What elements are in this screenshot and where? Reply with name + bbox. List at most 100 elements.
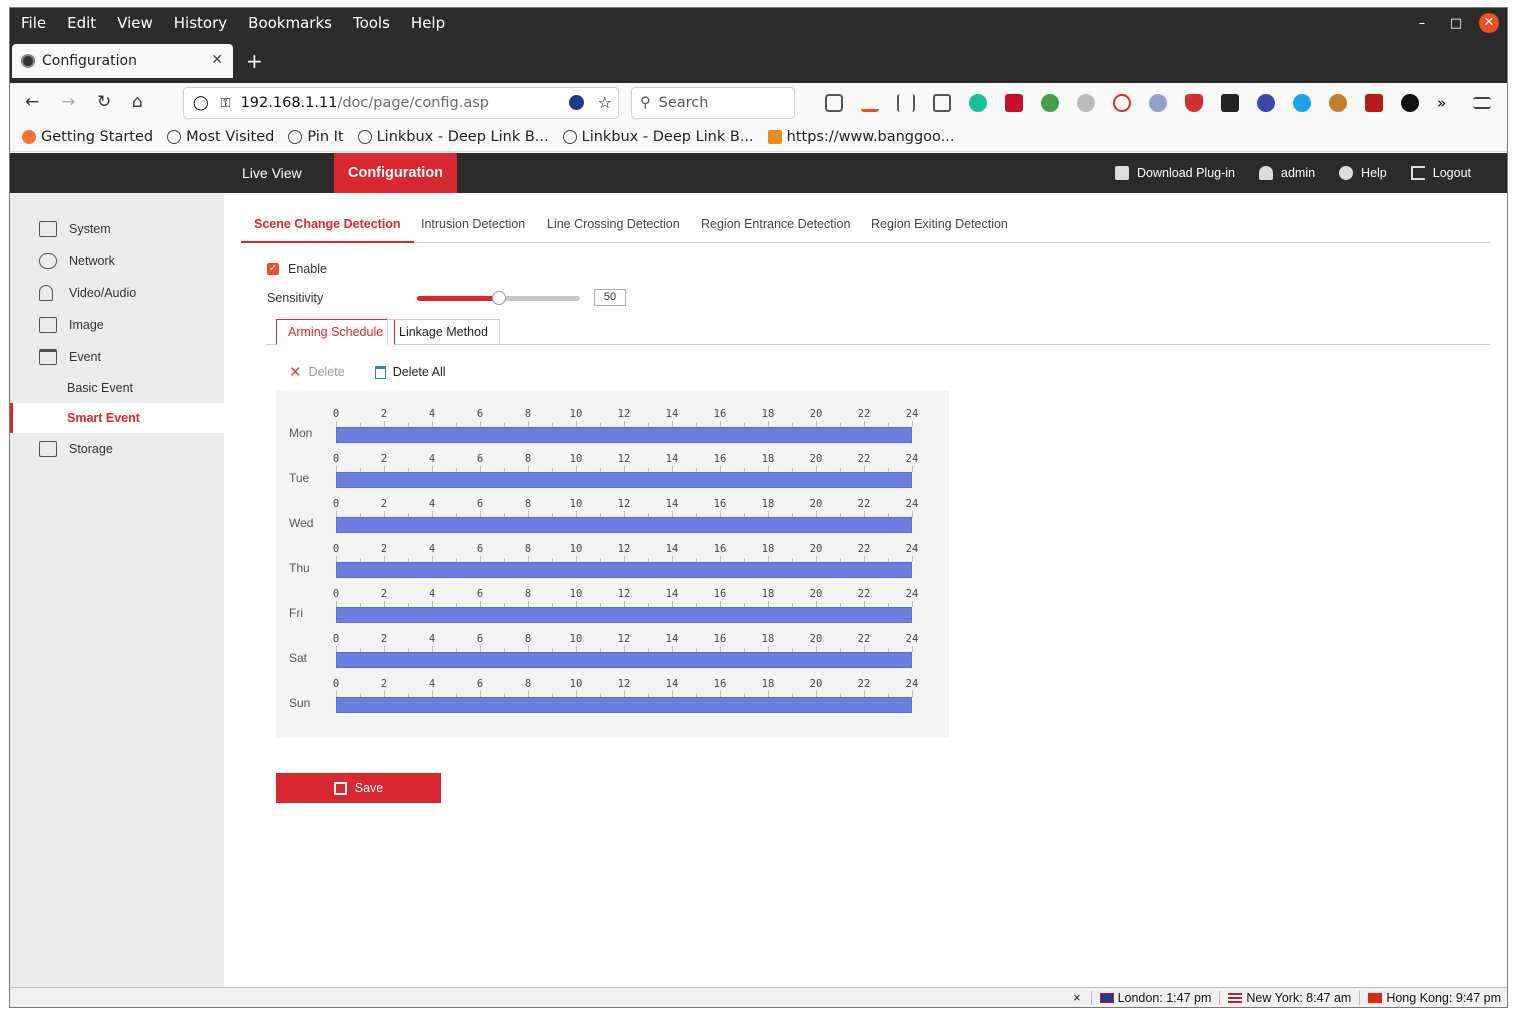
delete-button[interactable]: ✕ Delete <box>289 363 345 381</box>
nav-live-view[interactable]: Live View <box>242 153 302 193</box>
user-menu[interactable]: admin <box>1259 166 1315 180</box>
pen-extension-icon[interactable] <box>1005 94 1023 112</box>
bookmark-banggood[interactable]: https://www.banggoo... <box>767 129 955 145</box>
chat-extension-icon[interactable] <box>1041 94 1059 112</box>
sidebar-item-video-audio[interactable]: Video/Audio <box>10 278 224 308</box>
tab-arming-schedule[interactable]: Arming Schedule <box>276 319 396 345</box>
armed-time-segment[interactable] <box>336 607 912 623</box>
bookmark-pin-it[interactable]: Pin It <box>288 129 344 145</box>
block-extension-icon[interactable] <box>1113 94 1131 112</box>
tab-linkage-method[interactable]: Linkage Method <box>387 319 500 345</box>
pocket-icon[interactable] <box>825 94 843 112</box>
hk-flag-icon <box>1368 993 1383 1003</box>
library-icon[interactable] <box>897 94 915 112</box>
search-input[interactable]: ⚲ Search <box>631 87 795 119</box>
back-icon[interactable]: ← <box>25 92 39 112</box>
hour-tick-label: 12 <box>617 498 631 510</box>
gnome-extension-icon[interactable] <box>1401 94 1419 112</box>
sidebar-item-storage[interactable]: Storage <box>10 434 224 464</box>
menu-help[interactable]: Help <box>411 14 445 32</box>
schedule-row[interactable]: Thu 0 2 4 6 8 10 12 14 16 18 20 22 24 <box>276 537 949 582</box>
sidebar-item-smart-event[interactable]: Smart Event <box>10 403 224 433</box>
schedule-row[interactable]: Tue 0 2 4 6 8 10 12 14 16 18 20 22 24 <box>276 447 949 492</box>
sensitivity-slider-handle[interactable] <box>491 291 506 305</box>
extension-a-icon[interactable] <box>569 95 584 110</box>
schedule-day-label: Fri <box>289 606 303 620</box>
bookmark-linkbux-2[interactable]: Linkbux - Deep Link B... <box>562 129 754 145</box>
globe-extension-icon[interactable] <box>1077 94 1095 112</box>
schedule-row[interactable]: Fri 0 2 4 6 8 10 12 14 16 18 20 22 24 <box>276 582 949 627</box>
delete-all-button[interactable]: Delete All <box>374 365 446 379</box>
shield-icon[interactable]: ◯ <box>193 95 209 111</box>
schedule-row[interactable]: Mon 0 2 4 6 8 10 12 14 16 18 20 22 24 <box>276 402 949 447</box>
planet-extension-icon[interactable] <box>1257 94 1275 112</box>
twitter-icon[interactable] <box>1293 94 1311 112</box>
detection-tabs: Scene Change Detection Intrusion Detecti… <box>241 212 1490 243</box>
home-icon[interactable]: ⌂ <box>132 92 143 112</box>
tab-strip: Configuration ✕ + <box>10 38 1507 83</box>
sensitivity-slider[interactable] <box>417 291 580 305</box>
bookmark-most-visited[interactable]: Most Visited <box>167 129 274 145</box>
lock-icon[interactable]: ⚿ <box>221 96 231 111</box>
tab-region-exiting-detection[interactable]: Region Exiting Detection <box>871 212 1008 243</box>
minimize-icon[interactable]: – <box>1405 16 1439 31</box>
menu-view[interactable]: View <box>117 14 153 32</box>
hour-tick-label: 16 <box>713 678 727 690</box>
hamburger-menu-icon[interactable] <box>1473 97 1491 109</box>
armed-time-segment[interactable] <box>336 562 912 578</box>
menu-bookmarks[interactable]: Bookmarks <box>248 14 332 32</box>
enable-checkbox[interactable]: ✓ <box>267 263 279 275</box>
monkey-extension-icon[interactable] <box>1329 94 1347 112</box>
armed-time-segment[interactable] <box>336 697 912 713</box>
armed-time-segment[interactable] <box>336 517 912 533</box>
sidebar-item-network[interactable]: Network <box>10 246 224 276</box>
overflow-chevron-icon[interactable]: » <box>1437 94 1455 112</box>
flag-extension-icon[interactable] <box>1365 94 1383 112</box>
nav-configuration[interactable]: Configuration <box>334 153 458 193</box>
tab-scene-change-detection[interactable]: Scene Change Detection <box>241 212 414 243</box>
schedule-row[interactable]: Sun 0 2 4 6 8 10 12 14 16 18 20 22 24 <box>276 672 949 717</box>
sensitivity-value-input[interactable]: 50 <box>594 289 626 306</box>
save-button[interactable]: Save <box>276 773 441 803</box>
schedule-row[interactable]: Wed 0 2 4 6 8 10 12 14 16 18 20 22 24 <box>276 492 949 537</box>
link-extension-icon[interactable] <box>1149 94 1167 112</box>
maximize-icon[interactable]: □ <box>1439 16 1473 31</box>
armed-time-segment[interactable] <box>336 652 912 668</box>
menu-tools[interactable]: Tools <box>353 14 390 32</box>
grammarly-icon[interactable] <box>969 94 987 112</box>
sidebar-item-system[interactable]: System <box>10 214 224 244</box>
close-tab-icon[interactable]: ✕ <box>211 52 223 68</box>
download-icon[interactable] <box>861 94 879 112</box>
armed-time-segment[interactable] <box>336 472 912 488</box>
forward-icon[interactable]: → <box>61 92 75 112</box>
close-clocks-icon[interactable]: × <box>1073 991 1080 1005</box>
browser-tab[interactable]: Configuration ✕ <box>12 44 233 78</box>
sidebar-item-image[interactable]: Image <box>10 310 224 340</box>
hour-tick-label: 2 <box>380 453 388 465</box>
schedule-day-label: Sun <box>289 696 311 710</box>
tab-line-crossing-detection[interactable]: Line Crossing Detection <box>547 212 680 243</box>
shield-extension-icon[interactable] <box>1185 94 1203 112</box>
schedule-row[interactable]: Sat 0 2 4 6 8 10 12 14 16 18 20 22 24 <box>276 627 949 672</box>
bookmark-linkbux-1[interactable]: Linkbux - Deep Link B... <box>357 129 549 145</box>
menu-edit[interactable]: Edit <box>67 14 96 32</box>
sidebar-icon[interactable] <box>933 94 951 112</box>
bookmark-star-icon[interactable]: ☆ <box>598 93 612 112</box>
armed-time-segment[interactable] <box>336 427 912 443</box>
url-bar[interactable]: ◯ ⚿ 192.168.1.11/doc/page/config.asp ☆ <box>183 87 619 119</box>
tab-intrusion-detection[interactable]: Intrusion Detection <box>421 212 525 243</box>
dark-extension-icon[interactable] <box>1221 94 1239 112</box>
help-button[interactable]: Help <box>1339 166 1387 180</box>
tab-region-entrance-detection[interactable]: Region Entrance Detection <box>701 212 850 243</box>
sidebar-item-basic-event[interactable]: Basic Event <box>10 373 224 403</box>
bookmark-getting-started[interactable]: Getting Started <box>22 129 153 145</box>
schedule-day-label: Wed <box>289 516 314 530</box>
menu-file[interactable]: File <box>21 14 46 32</box>
close-window-icon[interactable]: ✕ <box>1479 13 1499 33</box>
logout-button[interactable]: Logout <box>1410 166 1471 180</box>
download-plugin-button[interactable]: Download Plug-in <box>1115 166 1235 180</box>
menu-history[interactable]: History <box>174 14 227 32</box>
sidebar-item-event[interactable]: Event <box>10 342 224 372</box>
reload-icon[interactable]: ↻ <box>97 92 111 112</box>
new-tab-icon[interactable]: + <box>246 49 263 73</box>
